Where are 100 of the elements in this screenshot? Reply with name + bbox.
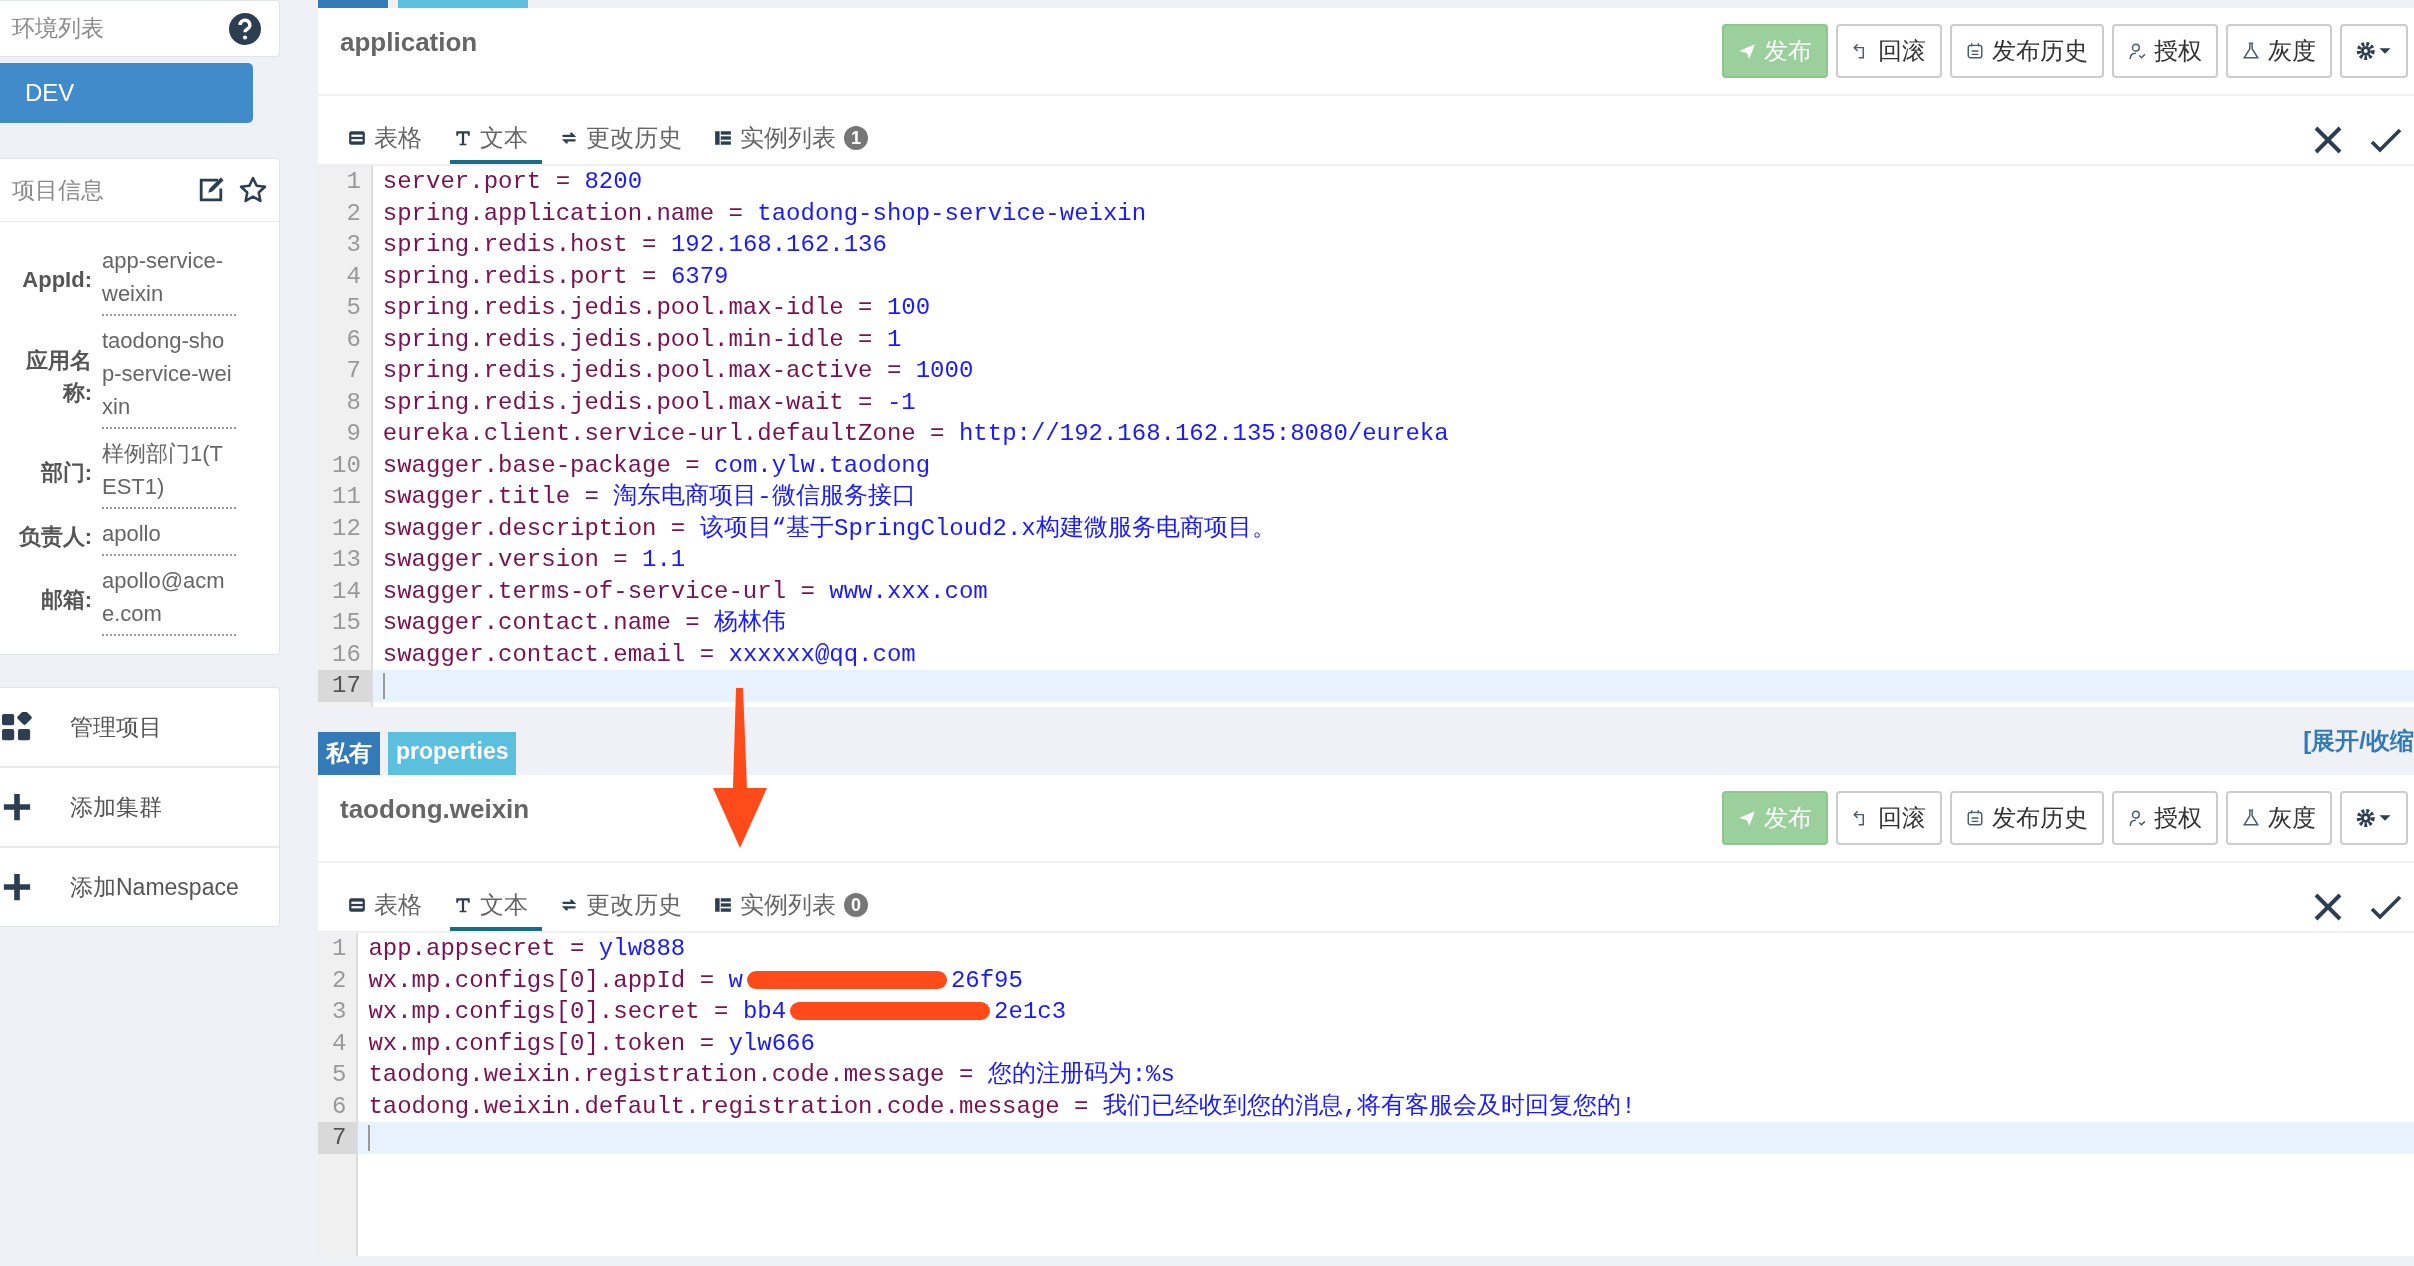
code-line: swagger.version = 1.1 bbox=[382, 545, 686, 575]
line-number: 4 bbox=[331, 1028, 348, 1059]
line-number: 14 bbox=[331, 576, 362, 607]
view-tab[interactable]: 更改历史 bbox=[556, 889, 696, 931]
sidebar-action[interactable]: 添加Namespace bbox=[0, 848, 279, 926]
line-number: 8 bbox=[345, 387, 362, 418]
toolbar-button[interactable]: 回滚 bbox=[1836, 24, 1942, 78]
view-tab[interactable]: 更改历史 bbox=[556, 122, 696, 164]
line-number: 4 bbox=[345, 261, 362, 292]
field-value: apollo@acme.com bbox=[102, 564, 236, 636]
swap-icon bbox=[560, 896, 578, 914]
gear-caret-icon bbox=[2356, 807, 2392, 829]
env-list-title: 环境列表 bbox=[12, 14, 104, 43]
code-line: eureka.client.service-url.defaultZone = http://192.168.162.135:8080/eureka bbox=[382, 419, 1449, 449]
code-line: spring.redis.jedis.pool.max-active = 1000 bbox=[382, 356, 974, 386]
text-icon bbox=[454, 129, 472, 147]
line-number: 2 bbox=[331, 965, 348, 996]
namespace-title: taodong.weixin bbox=[340, 793, 530, 825]
code-line: spring.redis.jedis.pool.min-idle = 1 bbox=[382, 324, 902, 355]
close-icon[interactable] bbox=[2312, 124, 2344, 156]
send-icon bbox=[1738, 42, 1756, 60]
text-cursor bbox=[382, 672, 385, 699]
close-icon[interactable] bbox=[2312, 891, 2344, 923]
view-tab[interactable]: 表格 bbox=[344, 122, 436, 164]
edit-icon[interactable] bbox=[197, 176, 225, 204]
plus-icon bbox=[2, 872, 32, 902]
tab-label: 表格 bbox=[374, 123, 422, 153]
code-line: swagger.description = 该项目“基于SpringCloud2.x构建微服务电商项目。 bbox=[382, 513, 1276, 544]
field-value: taodong-shop-service-weixin bbox=[102, 324, 236, 429]
user-icon bbox=[2128, 809, 2146, 827]
gear-caret-icon bbox=[2356, 40, 2392, 62]
line-number: 13 bbox=[331, 545, 362, 575]
tab-label: 实例列表 bbox=[740, 890, 836, 920]
line-number: 2 bbox=[345, 198, 362, 229]
field-value: app-service-weixin bbox=[102, 244, 236, 316]
help-icon[interactable] bbox=[229, 12, 261, 45]
line-number: 5 bbox=[345, 293, 362, 323]
plus-icon bbox=[2, 792, 32, 822]
toolbar-button[interactable]: 灰度 bbox=[2226, 791, 2332, 845]
line-number: 11 bbox=[331, 482, 362, 512]
code-line: swagger.terms-of-service-url = www.xxx.com bbox=[382, 576, 988, 607]
view-tab[interactable]: 文本 bbox=[450, 889, 542, 931]
settings-dropdown-button[interactable] bbox=[2340, 24, 2408, 78]
code-line: swagger.title = 淘东电商项目-微信服务接口 bbox=[382, 482, 916, 512]
text-icon bbox=[454, 896, 472, 914]
count-badge: 0 bbox=[844, 893, 868, 917]
count-badge: 1 bbox=[844, 126, 868, 150]
settings-dropdown-button[interactable] bbox=[2340, 791, 2408, 845]
line-number: 1 bbox=[331, 934, 348, 964]
line-number: 7 bbox=[318, 1122, 357, 1154]
field-label: 邮箱: bbox=[39, 586, 92, 615]
toolbar-button[interactable]: 授权 bbox=[2112, 791, 2218, 845]
view-tab[interactable]: 实例列表 1 bbox=[710, 122, 882, 164]
line-number: 16 bbox=[331, 639, 362, 670]
line-number: 1 bbox=[345, 167, 362, 197]
list-icon bbox=[714, 896, 732, 914]
line-number: 7 bbox=[345, 356, 362, 386]
line-number: 3 bbox=[331, 997, 348, 1027]
view-tab[interactable]: 文本 bbox=[450, 122, 542, 164]
table-icon bbox=[348, 896, 366, 914]
swap-icon bbox=[560, 129, 578, 147]
code-line: wx.mp.configs[0].appId = w 26f95 bbox=[368, 965, 1023, 996]
line-number: 10 bbox=[331, 450, 362, 481]
toolbar-button[interactable]: 灰度 bbox=[2226, 24, 2332, 78]
star-icon[interactable] bbox=[239, 176, 267, 204]
tab-label: 更改历史 bbox=[586, 123, 682, 153]
toolbar-button[interactable]: 授权 bbox=[2112, 24, 2218, 78]
line-number: 5 bbox=[331, 1060, 348, 1090]
toolbar-button[interactable]: 发布历史 bbox=[1950, 24, 2104, 78]
namespace-badge: properties bbox=[388, 732, 517, 775]
view-tab[interactable]: 表格 bbox=[344, 889, 436, 931]
list-icon bbox=[714, 129, 732, 147]
line-number: 6 bbox=[345, 324, 362, 355]
sidebar-action[interactable]: 管理项目 bbox=[0, 688, 279, 768]
environment-item[interactable]: DEV bbox=[0, 63, 253, 123]
namespace-badge: 私有 bbox=[318, 732, 380, 775]
field-value: 样例部门1(TEST1) bbox=[102, 437, 236, 509]
view-tab[interactable]: 实例列表 0 bbox=[710, 889, 882, 931]
toolbar-button[interactable]: 回滚 bbox=[1836, 791, 1942, 845]
code-line: app.appsecret = ylw888 bbox=[368, 934, 686, 964]
code-line: swagger.base-package = com.ylw.taodong bbox=[382, 450, 931, 481]
code-line: taodong.weixin.registration.code.message = 您的注册码为:%s bbox=[368, 1060, 1175, 1090]
tab-label: 表格 bbox=[374, 890, 422, 920]
code-line: spring.application.name = taodong-shop-service-weixin bbox=[382, 198, 1147, 229]
namespace-title: application bbox=[340, 26, 478, 58]
sidebar-action[interactable]: 添加集群 bbox=[0, 768, 279, 848]
code-line: wx.mp.configs[0].secret = bb4 2e1c3 bbox=[368, 997, 1067, 1027]
code-line: taodong.weixin.default.registration.code.message = 我们已经收到您的消息,将有客服会及时回复您的! bbox=[368, 1091, 1636, 1122]
line-number: 3 bbox=[345, 230, 362, 260]
line-number: 9 bbox=[345, 419, 362, 449]
code-line: spring.redis.jedis.pool.max-idle = 100 bbox=[382, 293, 931, 323]
toolbar-button[interactable]: 发布历史 bbox=[1950, 791, 2104, 845]
field-label: 负责人: bbox=[17, 522, 92, 551]
send-icon bbox=[1738, 809, 1756, 827]
calendar-icon bbox=[1966, 42, 1984, 60]
code-line: spring.redis.host = 192.168.162.136 bbox=[382, 230, 887, 260]
project-info-title: 项目信息 bbox=[12, 175, 105, 205]
flask-icon bbox=[2242, 42, 2260, 60]
expand-collapse-link[interactable]: [展开/收缩 bbox=[2303, 725, 2414, 757]
field-label: 应用名称: bbox=[25, 346, 92, 407]
